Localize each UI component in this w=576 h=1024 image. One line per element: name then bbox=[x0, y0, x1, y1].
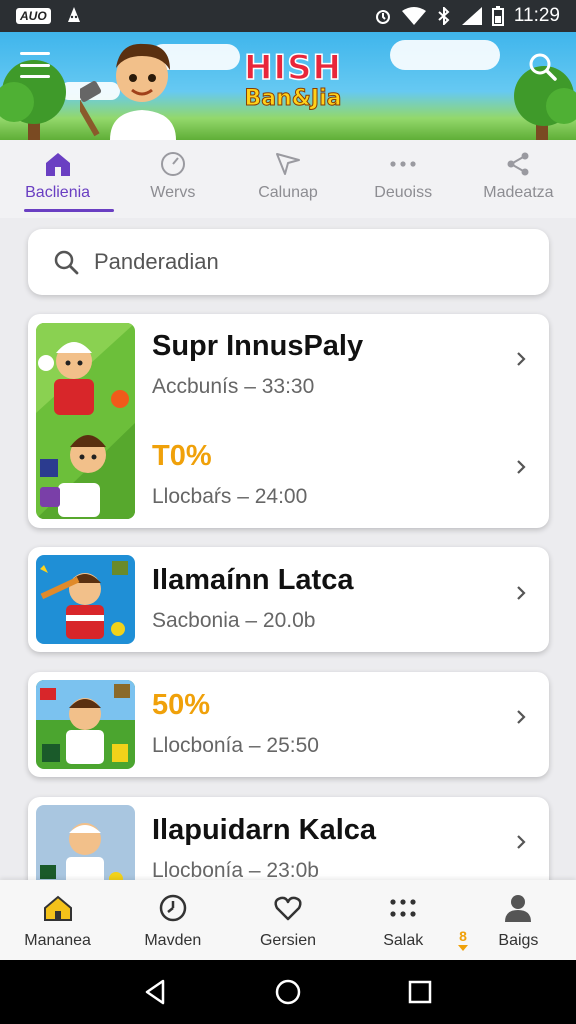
bluetooth-icon bbox=[436, 7, 452, 25]
cloud-decoration bbox=[390, 40, 500, 70]
home-icon bbox=[43, 150, 73, 178]
item-subtitle: Llocbonía – 25:50 bbox=[152, 734, 319, 757]
list-item[interactable]: Ilapuidarn Kalca Llocbonía – 23:0b bbox=[152, 814, 533, 883]
tab-baclienia[interactable]: Baclienia bbox=[0, 140, 115, 218]
chevron-right-icon bbox=[517, 710, 526, 724]
tab-wervs[interactable]: Wervs bbox=[115, 140, 230, 218]
chevron-right-icon bbox=[517, 586, 526, 600]
profile-icon bbox=[502, 892, 534, 924]
tab-madeatza[interactable]: Madeatza bbox=[461, 140, 576, 218]
recents-icon[interactable] bbox=[405, 977, 435, 1007]
alarm-icon bbox=[374, 7, 392, 25]
android-debug-icon bbox=[65, 5, 83, 28]
tab-label: Deuoiss bbox=[374, 184, 433, 201]
active-tab-indicator bbox=[24, 209, 114, 212]
search-input[interactable] bbox=[94, 249, 514, 275]
nav-label: Salak bbox=[383, 932, 424, 949]
status-bar: AUO 11:29 bbox=[0, 0, 576, 32]
nav-salak[interactable]: Salak bbox=[346, 880, 461, 960]
nav-label: Mavden bbox=[144, 932, 202, 949]
notification-badge: 8 bbox=[452, 928, 474, 952]
app-badge: AUO bbox=[16, 8, 51, 24]
tab-deuoiss[interactable]: Deuoiss bbox=[346, 140, 461, 218]
nav-baigs[interactable]: Baigs bbox=[461, 880, 576, 960]
send-icon bbox=[273, 150, 303, 178]
menu-button[interactable] bbox=[20, 52, 50, 78]
item-subtitle: Sacbonia – 20.0b bbox=[152, 609, 316, 632]
tab-label: Baclienia bbox=[25, 184, 91, 201]
share-icon bbox=[503, 150, 533, 178]
signal-icon bbox=[461, 7, 482, 25]
system-navigation-bar bbox=[0, 960, 576, 1024]
card-thumbnail bbox=[36, 680, 135, 769]
hamburger-icon-line bbox=[20, 63, 50, 67]
nav-gersien[interactable]: Gersien bbox=[230, 880, 345, 960]
search-icon bbox=[54, 250, 79, 275]
nav-mananea[interactable]: Mananea bbox=[0, 880, 115, 960]
hamburger-icon bbox=[20, 52, 50, 55]
tab-label: Calunap bbox=[258, 184, 318, 201]
list-card[interactable]: Supr InnusPaly Accbunís – 33:30 T0% Lloc… bbox=[28, 314, 549, 528]
nav-mavden[interactable]: Mavden bbox=[115, 880, 230, 960]
header-search-button[interactable] bbox=[526, 50, 560, 84]
chevron-right-icon bbox=[517, 352, 526, 366]
app-logo: HISH Ban&Jia bbox=[228, 48, 358, 112]
home-circle-icon[interactable] bbox=[273, 977, 303, 1007]
more-dots-icon bbox=[388, 150, 418, 178]
list-item[interactable]: T0% Llocbaŕs – 24:00 bbox=[152, 440, 533, 509]
item-title: Ilapuidarn Kalca bbox=[152, 814, 377, 846]
chevron-right-icon bbox=[517, 835, 526, 849]
nav-label: Gersien bbox=[259, 932, 317, 949]
badge-count: 8 bbox=[459, 928, 467, 944]
tab-label: Madeatza bbox=[483, 184, 554, 201]
nav-label: Baigs bbox=[498, 932, 539, 949]
list-item[interactable]: Ilamaínn Latca Sacbonia – 20.0b bbox=[152, 564, 533, 633]
list-item[interactable]: 50% Llocbonía – 25:50 bbox=[152, 689, 533, 758]
home-icon bbox=[42, 892, 74, 924]
back-icon[interactable] bbox=[141, 977, 171, 1007]
battery-icon bbox=[491, 6, 504, 26]
list-item[interactable]: Supr InnusPaly Accbunís – 33:30 bbox=[152, 330, 533, 399]
item-subtitle: Accbunís – 33:30 bbox=[152, 375, 315, 398]
item-title: Ilamaínn Latca bbox=[152, 564, 354, 596]
caret-down-icon bbox=[458, 945, 468, 951]
card-thumbnail bbox=[36, 323, 135, 519]
clock-time: 11:29 bbox=[513, 5, 560, 26]
hamburger-icon-line bbox=[20, 75, 50, 78]
nav-label: Mananea bbox=[24, 932, 91, 949]
logo-line1: HISH bbox=[243, 48, 343, 88]
item-title: T0% bbox=[152, 440, 212, 472]
tab-calunap[interactable]: Calunap bbox=[230, 140, 345, 218]
card-thumbnail bbox=[36, 555, 135, 644]
list-card[interactable]: Ilamaínn Latca Sacbonia – 20.0b bbox=[28, 547, 549, 652]
search-icon bbox=[529, 53, 557, 81]
item-subtitle: Llocbaŕs – 24:00 bbox=[152, 485, 308, 508]
chevron-right-icon bbox=[517, 460, 526, 474]
category-tabs: Baclienia Wervs Calunap Deuoiss Madeatza bbox=[0, 140, 576, 218]
item-title: 50% bbox=[152, 689, 211, 721]
logo-line2: Ban&Jia bbox=[244, 86, 342, 112]
grid-dots-icon bbox=[387, 892, 419, 924]
timer-icon bbox=[157, 892, 189, 924]
mascot-illustration bbox=[80, 43, 176, 140]
search-bar[interactable] bbox=[28, 229, 549, 295]
item-title: Supr InnusPaly bbox=[152, 330, 364, 362]
bottom-navigation: Mananea Mavden Gersien Salak Baigs bbox=[0, 880, 576, 960]
header-banner: HISH Ban&Jia bbox=[0, 32, 576, 140]
heart-icon bbox=[272, 892, 304, 924]
wifi-icon bbox=[401, 7, 426, 25]
list-card[interactable]: 50% Llocbonía – 25:50 bbox=[28, 672, 549, 777]
tab-label: Wervs bbox=[150, 184, 196, 201]
clock-icon bbox=[158, 150, 188, 178]
